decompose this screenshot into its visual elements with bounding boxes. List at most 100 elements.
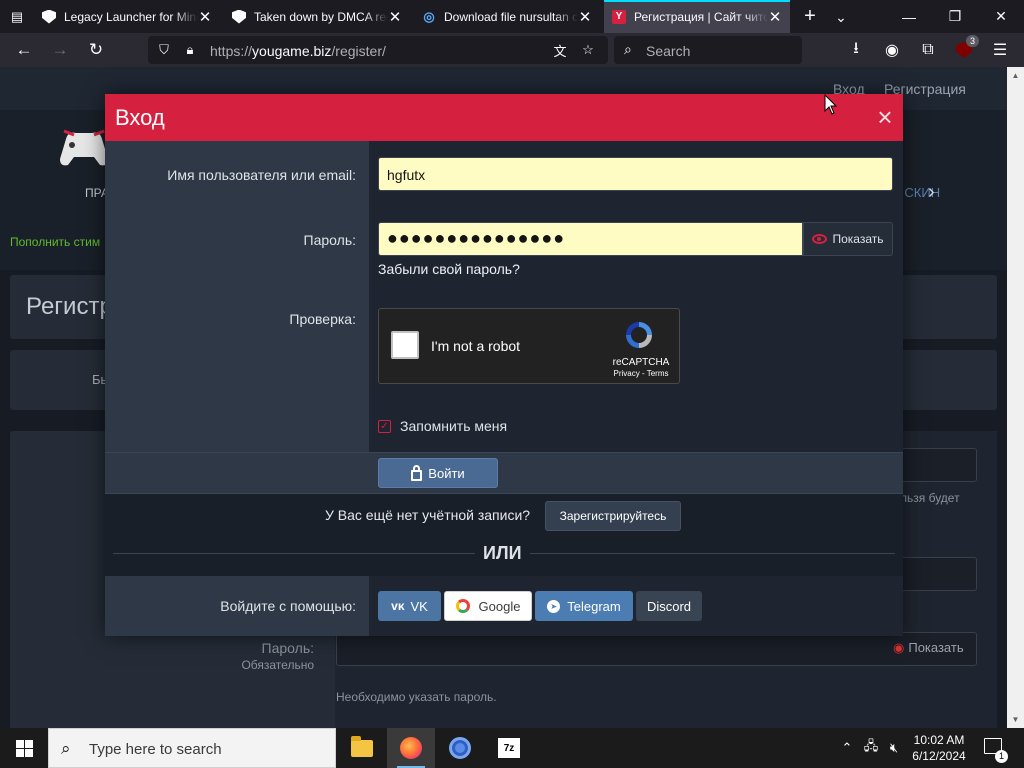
start-button[interactable] [0, 728, 48, 768]
social-buttons-column: ᴠᴋ VK Google ➤ Telegram Discord [369, 576, 903, 636]
login-button[interactable]: Войти [378, 458, 498, 488]
notification-count: 1 [995, 750, 1008, 763]
remember-checkbox[interactable]: ✓ [378, 419, 391, 433]
file-explorer-button[interactable] [338, 728, 386, 768]
close-icon[interactable]: ✕ [768, 8, 782, 26]
google-login-button[interactable]: Google [444, 591, 532, 621]
tab-dmca[interactable]: Taken down by DMCA request ✕ [224, 0, 410, 33]
search-icon: ⌕ [61, 739, 71, 758]
password-label: Пароль: [303, 232, 356, 248]
close-icon[interactable]: ✕ [578, 8, 592, 26]
register-password-label: Пароль: [261, 640, 314, 656]
taskbar-search-placeholder: Type here to search [89, 741, 222, 758]
shield-icon [42, 9, 56, 24]
yougame-icon: Y [612, 9, 626, 24]
firefox-button[interactable] [387, 728, 435, 768]
new-tab-button[interactable]: + [798, 5, 822, 29]
no-account-row: У Вас ещё нет учётной записи? Зарегистри… [105, 494, 903, 576]
star-icon[interactable]: ☆ [580, 42, 596, 58]
taskbar-search[interactable]: ⌕ Type here to search [48, 728, 336, 768]
tab-registration[interactable]: Y Регистрация | Сайт читов ✕ [604, 0, 790, 33]
search-icon: ⌕ [624, 41, 632, 57]
discord-label: Discord [646, 598, 692, 614]
tab-download-file[interactable]: ◎ Download file nursultan client ✕ [414, 0, 600, 33]
tab-legacy-launcher[interactable]: Legacy Launcher for Minecraft ✕ [34, 0, 220, 33]
recaptcha-brand: reCAPTCHA [612, 357, 670, 368]
chevron-down-icon[interactable]: ⌄ [830, 5, 852, 29]
tab-bar: ▤ Legacy Launcher for Minecraft ✕ Taken … [0, 0, 1024, 33]
field-note: льзя будет [900, 491, 960, 505]
password-input[interactable]: ●●●●●●●●●●●●●●● [378, 222, 803, 256]
captcha-checkbox[interactable] [391, 331, 419, 359]
close-icon[interactable]: ✕ [198, 8, 212, 26]
form-label-column: Имя пользователя или email: Пароль: Пров… [105, 141, 369, 452]
account-icon[interactable]: ◉ [878, 37, 906, 63]
captcha-label: Проверка: [289, 311, 356, 327]
tab-list-icon[interactable]: ▤ [4, 4, 30, 30]
vk-icon: ᴠᴋ [391, 599, 405, 613]
vk-login-button[interactable]: ᴠᴋ VK [378, 591, 441, 621]
show-password-label: Показать [832, 232, 884, 246]
modal-header: Вход × [105, 94, 903, 141]
download-icon[interactable]: ⭳ [842, 37, 870, 63]
close-icon[interactable]: ✕ [388, 8, 402, 26]
tab-title: Регистрация | Сайт читов [634, 9, 768, 24]
close-window-button[interactable]: ✕ [978, 0, 1024, 33]
restore-button[interactable]: ❐ [932, 0, 978, 33]
register-password-field[interactable] [336, 632, 977, 666]
remember-label: Запомнить меня [400, 418, 508, 434]
scroll-up-icon[interactable]: ▲ [1007, 67, 1024, 84]
username-label: Имя пользователя или email: [167, 167, 356, 183]
lock-icon [411, 464, 423, 481]
login-button-label: Войти [428, 465, 465, 481]
register-button[interactable]: Зарегистрируйтесь [545, 501, 681, 531]
page-scrollbar[interactable]: ▲ ▼ [1007, 67, 1024, 728]
recaptcha-terms-link[interactable]: Privacy - Terms [605, 369, 677, 378]
system-clock[interactable]: 10:02 AM 6/12/2024 [904, 732, 974, 764]
discord-login-button[interactable]: Discord [636, 591, 702, 621]
chevron-up-icon[interactable]: ⌃ [838, 728, 856, 768]
recaptcha-icon [626, 322, 652, 348]
forgot-password-link[interactable]: Забыли свой пароль? [378, 261, 520, 277]
forward-button[interactable]: → [46, 37, 74, 63]
telegram-icon: ➤ [547, 599, 561, 613]
chevron-right-icon[interactable]: › [928, 181, 935, 204]
telegram-login-button[interactable]: ➤ Telegram [535, 591, 633, 621]
eye-icon [812, 234, 828, 244]
close-icon[interactable]: × [873, 103, 897, 131]
menu-icon[interactable]: ☰ [986, 37, 1014, 63]
back-button[interactable]: ← [10, 37, 38, 63]
page-title: Регистр [26, 293, 113, 320]
minimize-button[interactable]: — [886, 0, 932, 33]
no-account-text: У Вас ещё нет учётной записи? [325, 507, 531, 523]
google-label: Google [478, 598, 521, 614]
shield-icon[interactable]: ⛉ [156, 42, 172, 58]
scroll-down-icon[interactable]: ▼ [1007, 711, 1024, 728]
ublock-icon[interactable]: 3 [950, 35, 980, 63]
7zip-button[interactable]: 7z [485, 728, 533, 768]
remember-me[interactable]: ✓ Запомнить меня [378, 418, 507, 434]
chromium-icon [449, 737, 471, 759]
lock-icon[interactable]: 🔒︎ [182, 42, 198, 58]
topup-link[interactable]: Пополнить стим [10, 235, 100, 249]
network-icon[interactable]: 🖧︎ [860, 728, 882, 768]
address-bar[interactable]: ⛉ 🔒︎ https://yougame.biz/register/ 文 ☆ [148, 36, 608, 64]
show-password-button[interactable]: Показать [803, 222, 893, 256]
google-icon [455, 599, 470, 613]
translate-icon[interactable]: 文 [552, 42, 568, 59]
chromium-button[interactable] [436, 728, 484, 768]
swirl-icon: ◎ [423, 8, 435, 24]
username-input[interactable]: hgfutx [378, 157, 893, 191]
required-label: Обязательно [241, 658, 314, 672]
clock-time: 10:02 AM [913, 733, 965, 747]
shield-icon [232, 9, 246, 24]
password-hint: Необходимо указать пароль. [336, 690, 497, 704]
register-show-password[interactable]: ◉ Показать [893, 640, 964, 656]
search-bar[interactable]: ⌕ Search [614, 36, 802, 64]
reload-button[interactable]: ↻ [82, 37, 110, 63]
url-text[interactable]: https://yougame.biz/register/ [210, 43, 386, 59]
volume-muted-icon[interactable]: 🔇︎ [884, 728, 904, 768]
search-placeholder: Search [646, 43, 691, 59]
extensions-icon[interactable]: ⧉ [914, 37, 942, 63]
gamepad-logo-icon[interactable] [58, 125, 110, 169]
